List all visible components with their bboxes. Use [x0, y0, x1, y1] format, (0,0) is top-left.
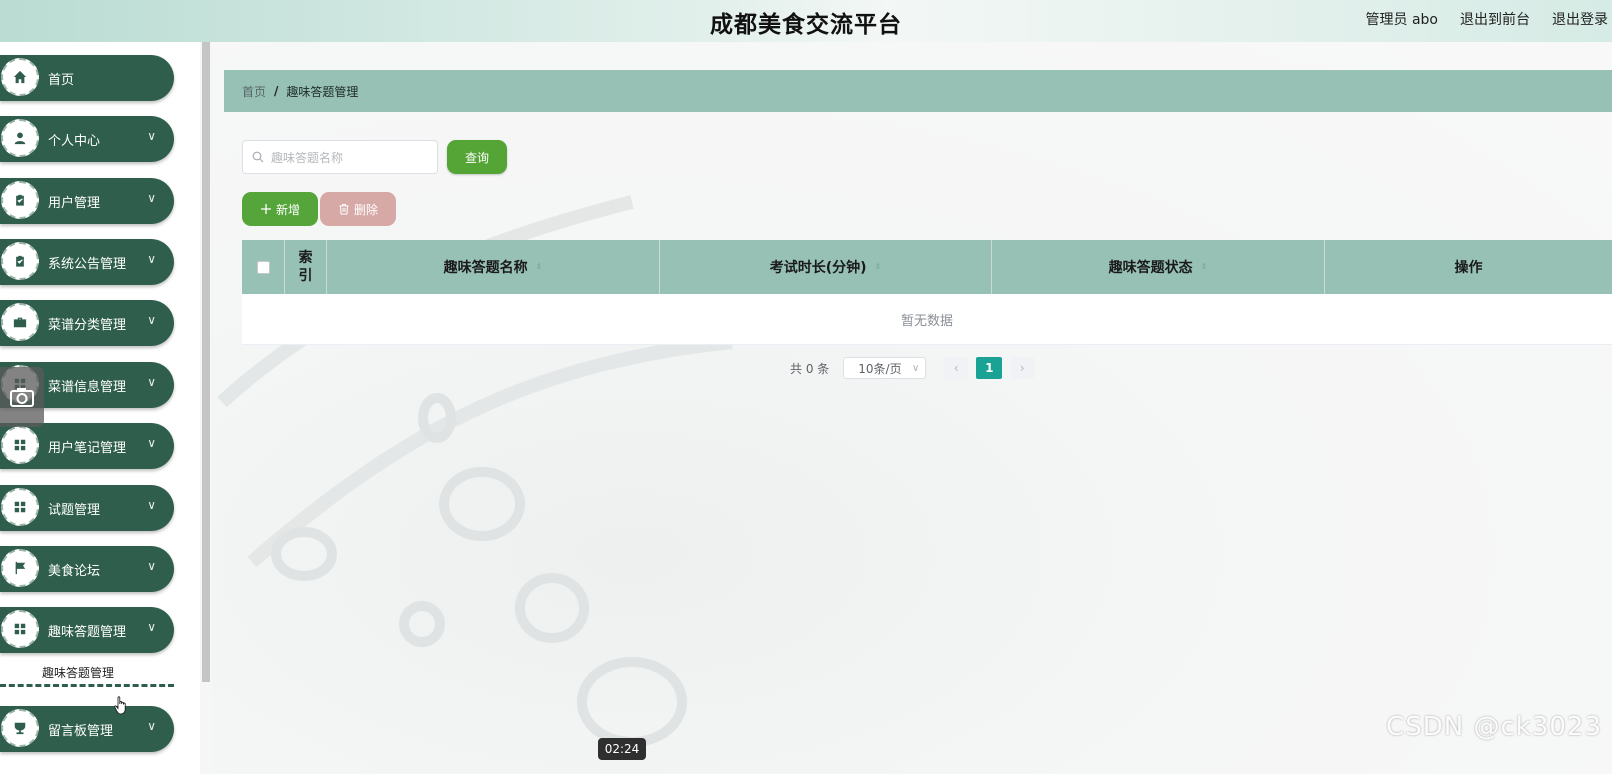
sidebar-item-message-board-management[interactable]: 留言板管理 ∨ [0, 706, 174, 752]
sidebar-item-food-forum[interactable]: 美食论坛 ∨ [0, 546, 174, 592]
video-timecode: 02:24 [598, 738, 646, 760]
home-icon [1, 58, 39, 96]
clipboard-icon [1, 181, 39, 219]
user-icon [1, 119, 39, 157]
column-quiz-name[interactable]: 趣味答题名称 ⇕ [327, 240, 660, 294]
logout-link[interactable]: 退出登录 [1552, 9, 1608, 29]
trash-icon [339, 204, 349, 215]
submenu-item-quiz-management[interactable]: 趣味答题管理 [42, 664, 114, 681]
column-label: 趣味答题状态 [1108, 260, 1193, 276]
sidebar-item-label: 留言板管理 [48, 724, 114, 739]
add-button[interactable]: 新增 [242, 192, 318, 226]
flag-icon [1, 549, 39, 587]
camera-overlay-icon[interactable] [0, 367, 44, 427]
grid-icon [1, 426, 39, 464]
sidebar-item-label: 趣味答题管理 [48, 625, 127, 640]
pagination: 共 0 条 10条/页 ∨ ‹ 1 › [790, 356, 1035, 380]
chevron-down-icon: ∨ [147, 436, 156, 450]
sort-icon[interactable]: ⇕ [536, 263, 543, 271]
watermark: CSDN @ck3023 [1386, 712, 1602, 742]
chevron-down-icon: ∨ [147, 375, 156, 389]
add-button-label: 新增 [275, 202, 300, 217]
delete-button-label: 删除 [353, 202, 378, 217]
prev-page-button[interactable]: ‹ [944, 357, 969, 379]
header-links: 管理员 abo 退出到前台 退出登录 [1366, 9, 1608, 29]
chevron-down-icon: ∨ [147, 191, 156, 205]
search-icon [252, 151, 264, 163]
chevron-down-icon: ∨ [147, 252, 156, 266]
cup-icon [1, 709, 39, 747]
sidebar-item-user-management[interactable]: 用户管理 ∨ [0, 178, 174, 224]
chevron-down-icon: ∨ [911, 362, 920, 374]
top-header: 成都美食交流平台 管理员 abo 退出到前台 退出登录 [0, 0, 1612, 42]
main-content: 首页 / 趣味答题管理 查询 新增 删除 索引 趣味答题名称 ⇕ 考试时长(分钟)… [212, 42, 1612, 774]
column-label: 趣味答题名称 [443, 260, 528, 276]
sidebar-item-label: 系统公告管理 [48, 257, 127, 272]
breadcrumb-home-link[interactable]: 首页 [242, 83, 266, 100]
column-index: 索引 [285, 240, 327, 294]
chevron-down-icon: ∨ [147, 313, 156, 327]
page-size-select[interactable]: 10条/页 ∨ [843, 357, 927, 379]
search-field[interactable] [242, 140, 438, 174]
delete-button[interactable]: 删除 [320, 192, 396, 226]
plus-icon [260, 204, 271, 214]
breadcrumb-current: 趣味答题管理 [286, 84, 359, 99]
sidebar-item-home[interactable]: 首页 [0, 55, 174, 101]
sidebar-item-label: 个人中心 [48, 134, 101, 149]
sidebar-item-label: 美食论坛 [48, 564, 101, 579]
grid-icon [1, 610, 39, 648]
chevron-down-icon: ∨ [147, 719, 156, 733]
breadcrumb: 首页 / 趣味答题管理 [224, 70, 1612, 112]
scrollbar-thumb[interactable] [202, 42, 210, 682]
page-size-value: 10条/页 [858, 361, 902, 376]
search-input[interactable] [269, 148, 433, 168]
sidebar-item-recipe-category-management[interactable]: 菜谱分类管理 ∨ [0, 300, 174, 346]
chevron-down-icon: ∨ [147, 498, 156, 512]
grid-icon [1, 488, 39, 526]
query-button[interactable]: 查询 [447, 140, 507, 174]
sidebar-item-label: 试题管理 [48, 503, 101, 518]
sidebar-item-user-notes-management[interactable]: 用户笔记管理 ∨ [0, 423, 174, 469]
clipboard-icon [1, 242, 39, 280]
column-label: 考试时长(分钟) [769, 260, 867, 276]
submenu-divider [0, 684, 174, 687]
sidebar-item-label: 菜谱信息管理 [48, 380, 127, 395]
quiz-table: 索引 趣味答题名称 ⇕ 考试时长(分钟) ⇕ 趣味答题状态 ⇕ 操作 暂无数据 [242, 240, 1612, 345]
breadcrumb-separator: / [274, 84, 279, 98]
chevron-down-icon: ∨ [147, 559, 156, 573]
table-empty-text: 暂无数据 [242, 294, 1612, 345]
column-actions: 操作 [1454, 260, 1483, 276]
hand-cursor-icon [114, 696, 126, 715]
sort-icon[interactable]: ⇕ [875, 263, 882, 271]
admin-user-label[interactable]: 管理员 abo [1366, 9, 1438, 29]
sidebar-scrollbar[interactable] [200, 42, 212, 774]
sidebar-item-announcement-management[interactable]: 系统公告管理 ∨ [0, 239, 174, 285]
sidebar-item-label: 菜谱分类管理 [48, 318, 127, 333]
pagination-total: 共 0 条 [790, 361, 830, 376]
next-page-button[interactable]: › [1010, 357, 1035, 379]
page-number-button[interactable]: 1 [976, 357, 1003, 379]
sidebar-item-question-management[interactable]: 试题管理 ∨ [0, 485, 174, 531]
exit-to-front-link[interactable]: 退出到前台 [1460, 9, 1530, 29]
sort-icon[interactable]: ⇕ [1201, 263, 1208, 271]
briefcase-icon [1, 303, 39, 341]
column-quiz-status[interactable]: 趣味答题状态 ⇕ [992, 240, 1325, 294]
column-exam-duration[interactable]: 考试时长(分钟) ⇕ [660, 240, 992, 294]
sidebar-item-label: 首页 [48, 73, 75, 88]
chevron-up-icon: ∨ [147, 620, 156, 634]
table-header: 索引 趣味答题名称 ⇕ 考试时长(分钟) ⇕ 趣味答题状态 ⇕ 操作 [242, 240, 1612, 294]
chevron-down-icon: ∨ [147, 129, 156, 143]
select-all-cell [242, 240, 285, 294]
select-all-checkbox[interactable] [256, 260, 270, 274]
sidebar-item-label: 用户笔记管理 [48, 441, 127, 456]
sidebar-item-personal-center[interactable]: 个人中心 ∨ [0, 116, 174, 162]
sidebar-item-label: 用户管理 [48, 196, 101, 211]
sidebar-item-quiz-management[interactable]: 趣味答题管理 ∨ [0, 607, 174, 653]
